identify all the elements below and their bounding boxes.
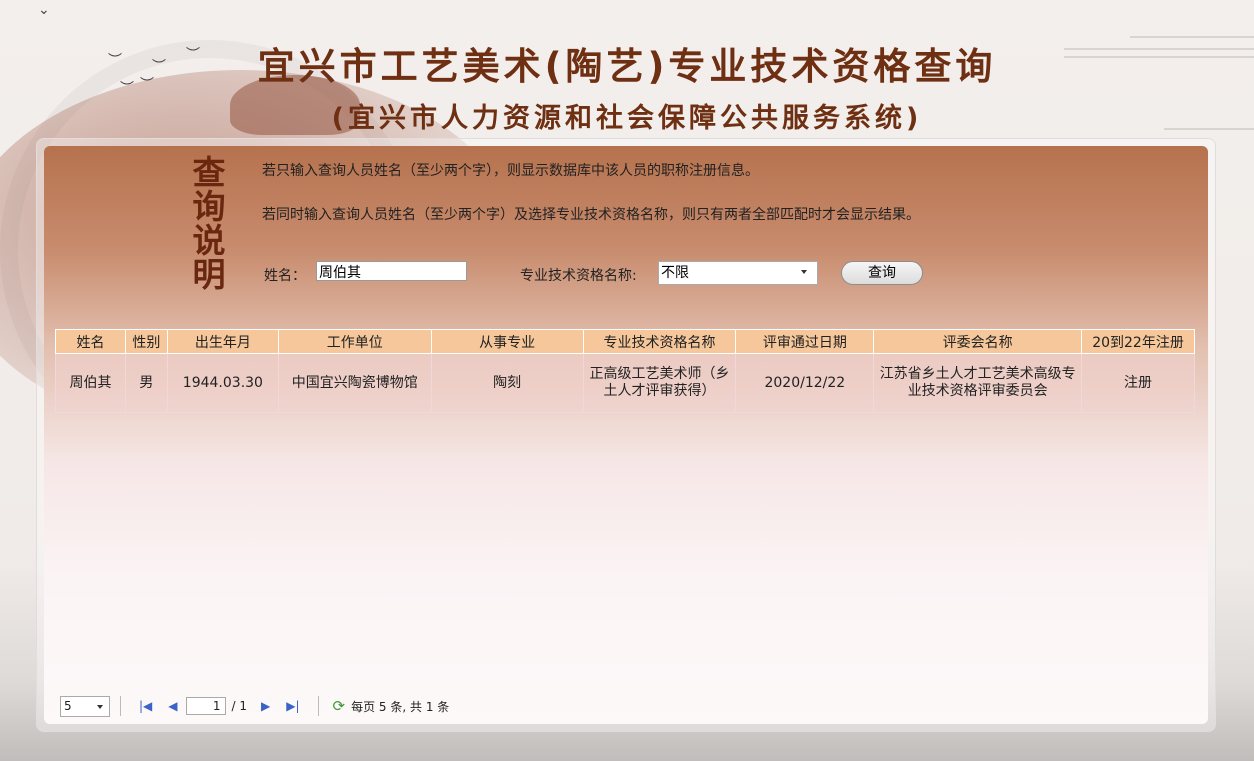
page-number-input[interactable]: 1: [185, 697, 226, 715]
cell-committee: 江苏省乡土人才工艺美术高级专业技术资格评审委员会: [873, 353, 1083, 413]
cell-gender: 男: [124, 353, 168, 413]
column-header: 专业技术资格名称: [582, 329, 737, 354]
page-subtitle: (宜兴市人力资源和社会保障公共服务系统): [331, 103, 923, 134]
pagination-bar: 5 |◀ ◀ 1 / 1 ▶ ▶| ⟳ 每页 5 条, 共 1 条: [60, 694, 449, 718]
page-title: 宜兴市工艺美术(陶艺)专业技术资格查询: [257, 45, 997, 88]
table-row: 周伯其 男 1944.03.30 中国宜兴陶瓷博物馆 陶刻 正高级工艺美术师（乡…: [55, 353, 1195, 413]
chevron-down-icon: [801, 270, 807, 274]
divider: [120, 696, 121, 716]
query-instructions-glyph: 查 询 说 明: [183, 156, 235, 292]
cell-qualification: 正高级工艺美术师（乡土人才评审获得）: [582, 353, 737, 413]
total-pages: / 1: [231, 699, 248, 713]
cell-birth-date: 1944.03.30: [166, 353, 279, 413]
next-page-icon[interactable]: ▶: [261, 699, 270, 713]
column-header: 从事专业: [430, 329, 584, 354]
chevron-down-icon: [97, 704, 103, 709]
refresh-icon[interactable]: ⟳: [333, 697, 346, 715]
qualification-select[interactable]: 不限: [658, 261, 818, 285]
column-header: 姓名: [55, 329, 126, 354]
pager-summary: 每页 5 条, 共 1 条: [351, 699, 450, 714]
column-header: 评审通过日期: [735, 329, 875, 354]
query-button[interactable]: 查询: [841, 261, 923, 285]
glyph-char: 说: [192, 221, 226, 260]
first-page-icon[interactable]: |◀: [139, 699, 152, 713]
name-label: 姓名：: [264, 268, 306, 284]
column-header: 出生年月: [166, 329, 279, 354]
column-header: 评委会名称: [873, 329, 1083, 354]
cell-specialty: 陶刻: [430, 353, 584, 413]
glyph-char: 查: [192, 153, 226, 192]
prev-page-icon[interactable]: ◀: [168, 699, 177, 713]
results-table: 姓名 性别 出生年月 工作单位 从事专业 专业技术资格名称 评审通过日期 评委会…: [55, 329, 1195, 413]
last-page-icon[interactable]: ▶|: [286, 699, 299, 713]
bird-icon: ⌄: [38, 2, 50, 18]
column-header: 20到22年注册: [1081, 329, 1195, 354]
qualification-select-value: 不限: [661, 265, 689, 281]
cell-review-date: 2020/12/22: [735, 353, 875, 413]
name-input[interactable]: 周伯其: [316, 261, 467, 281]
column-header: 性别: [124, 329, 168, 354]
cell-name: 周伯其: [55, 353, 126, 413]
instruction-line-2: 若同时输入查询人员姓名（至少两个字）及选择专业技术资格名称，则只有两者全部匹配时…: [262, 207, 920, 223]
column-header: 工作单位: [277, 329, 432, 354]
divider: [317, 696, 319, 716]
page-size-value: 5: [64, 698, 72, 713]
page-size-select[interactable]: 5: [60, 695, 110, 717]
table-header-row: 姓名 性别 出生年月 工作单位 从事专业 专业技术资格名称 评审通过日期 评委会…: [55, 329, 1195, 354]
glyph-char: 明: [192, 255, 226, 294]
glyph-char: 询: [192, 187, 226, 226]
qualification-label: 专业技术资格名称:: [520, 268, 637, 284]
cell-work-unit: 中国宜兴陶瓷博物馆: [277, 353, 432, 413]
cell-registration: 注册: [1081, 353, 1195, 413]
instruction-line-1: 若只输入查询人员姓名（至少两个字），则显示数据库中该人员的职称注册信息。: [262, 163, 759, 179]
